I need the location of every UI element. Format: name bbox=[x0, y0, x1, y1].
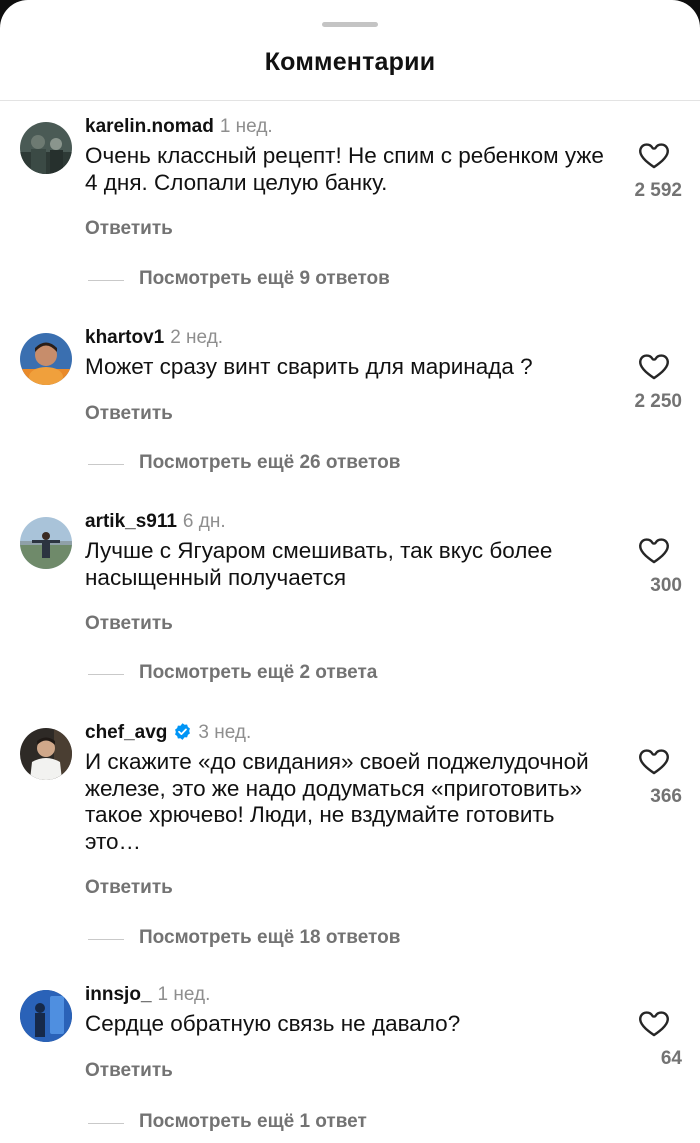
reply-button[interactable]: Ответить bbox=[85, 877, 173, 899]
username[interactable]: karelin.nomad bbox=[85, 116, 214, 137]
heart-outline-icon[interactable] bbox=[636, 533, 672, 567]
view-replies-button[interactable]: Посмотреть ещё 2 ответа bbox=[139, 662, 377, 684]
username[interactable]: chef_avg bbox=[85, 722, 167, 743]
drag-handle[interactable] bbox=[322, 22, 378, 27]
avatar-photo-icon bbox=[20, 333, 72, 385]
avatar[interactable] bbox=[20, 517, 72, 569]
reply-button[interactable]: Ответить bbox=[85, 403, 173, 425]
header-divider bbox=[0, 100, 700, 101]
avatar-photo-icon bbox=[20, 990, 72, 1042]
avatar-photo-icon bbox=[20, 728, 72, 780]
replies-line bbox=[88, 1123, 124, 1124]
comment-meta: khartov1 2 нед. bbox=[85, 327, 223, 349]
comment-text: Лучше с Ягуаром смешивать, так вкус боле… bbox=[85, 538, 553, 590]
reply-button[interactable]: Ответить bbox=[85, 218, 173, 240]
timestamp: 1 нед. bbox=[157, 984, 211, 1005]
comment-meta: chef_avg 3 нед. bbox=[85, 722, 251, 744]
timestamp: 2 нед. bbox=[170, 327, 224, 348]
like-count: 366 bbox=[650, 786, 682, 807]
comment-meta: karelin.nomad 1 нед. bbox=[85, 116, 273, 138]
heart-outline-icon[interactable] bbox=[636, 349, 672, 383]
avatar-photo-icon bbox=[20, 122, 72, 174]
username[interactable]: innsjo_ bbox=[85, 984, 152, 1005]
reply-button[interactable]: Ответить bbox=[85, 613, 173, 635]
comment-text: Сердце обратную связь не давало? bbox=[85, 1011, 461, 1036]
verified-badge-icon bbox=[175, 723, 191, 740]
comment-text: Очень классный рецепт! Не спим с ребенко… bbox=[85, 143, 604, 195]
replies-line bbox=[88, 939, 124, 940]
view-replies-button[interactable]: Посмотреть ещё 1 ответ bbox=[139, 1111, 367, 1133]
avatar[interactable] bbox=[20, 990, 72, 1042]
avatar[interactable] bbox=[20, 122, 72, 174]
timestamp: 6 дн. bbox=[182, 511, 226, 532]
like-count: 64 bbox=[660, 1048, 682, 1069]
view-replies-button[interactable]: Посмотреть ещё 18 ответов bbox=[139, 927, 400, 949]
timestamp: 3 нед. bbox=[198, 722, 252, 743]
replies-line bbox=[88, 674, 124, 675]
replies-line bbox=[88, 280, 124, 281]
heart-outline-icon[interactable] bbox=[636, 744, 672, 778]
like-count: 2 250 bbox=[634, 391, 682, 412]
heart-outline-icon[interactable] bbox=[636, 138, 672, 172]
comment-meta: innsjo_ 1 нед. bbox=[85, 984, 210, 1006]
comments-sheet: Комментарии karelin.nomad 1 нед. Очень кл… bbox=[0, 0, 700, 1143]
like-count: 300 bbox=[650, 575, 682, 596]
view-replies-button[interactable]: Посмотреть ещё 26 ответов bbox=[139, 452, 400, 474]
sheet-title: Комментарии bbox=[264, 48, 436, 76]
avatar[interactable] bbox=[20, 333, 72, 385]
view-replies-button[interactable]: Посмотреть ещё 9 ответов bbox=[139, 268, 390, 290]
comment-text: Может сразу винт сварить для маринада ? bbox=[85, 354, 533, 379]
replies-line bbox=[88, 464, 124, 465]
like-count: 2 592 bbox=[634, 180, 682, 201]
timestamp: 1 нед. bbox=[219, 116, 273, 137]
avatar[interactable] bbox=[20, 728, 72, 780]
username[interactable]: artik_s911 bbox=[85, 511, 177, 532]
heart-outline-icon[interactable] bbox=[636, 1006, 672, 1040]
username[interactable]: khartov1 bbox=[85, 327, 164, 348]
avatar-photo-icon bbox=[20, 517, 72, 569]
comment-text: И скажите «до свидания» своей поджелудоч… bbox=[85, 749, 589, 854]
comment-meta: artik_s911 6 дн. bbox=[85, 511, 226, 533]
reply-button[interactable]: Ответить bbox=[85, 1060, 173, 1082]
